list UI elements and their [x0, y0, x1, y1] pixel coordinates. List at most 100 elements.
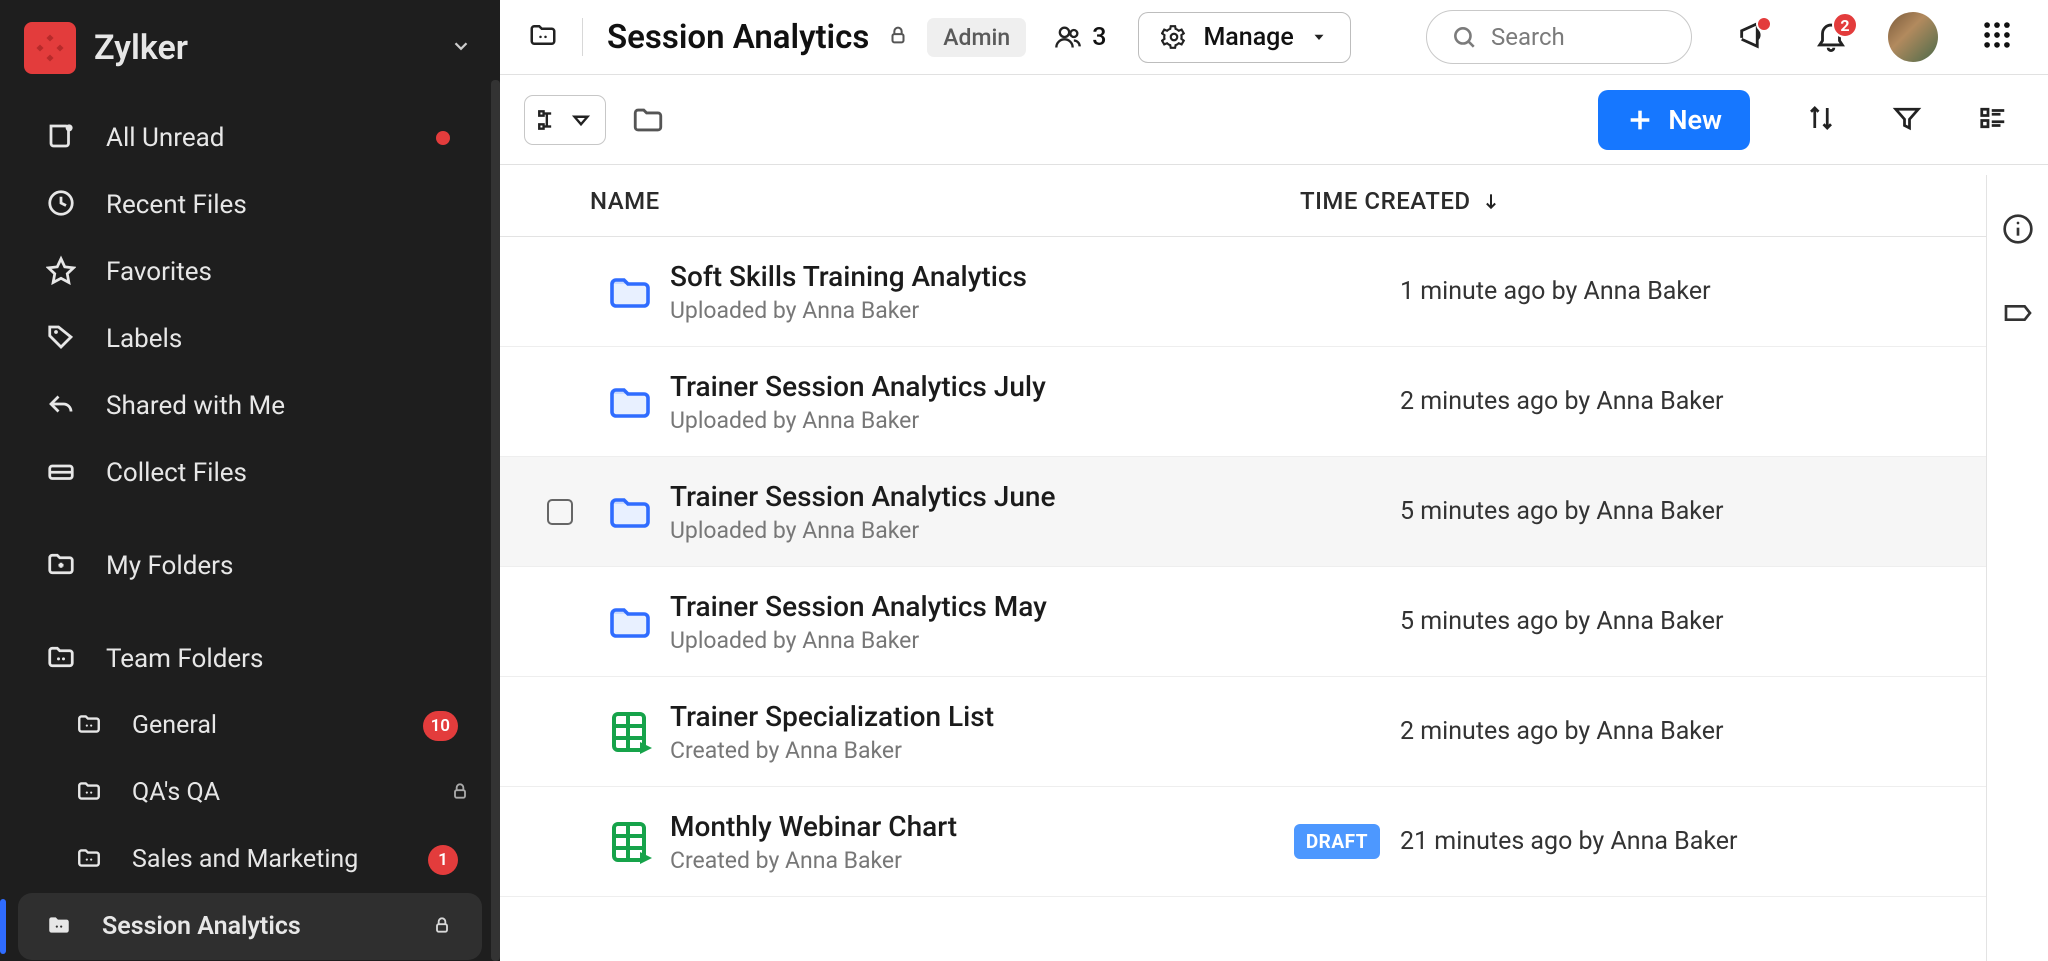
file-list: NAME TIME CREATED Soft Skills Training A… [500, 165, 2048, 961]
list-header: NAME TIME CREATED [500, 165, 1986, 237]
chevron-down-icon [450, 35, 472, 61]
folder-icon [590, 378, 670, 426]
sidebar-folder-general[interactable]: General 10 [0, 692, 500, 759]
team-folder-breadcrumb-icon[interactable] [528, 20, 558, 54]
table-row[interactable]: Trainer Specialization List Created by A… [500, 677, 1986, 787]
sidebar-folder-qas-qa[interactable]: QA's QA [0, 759, 500, 826]
sidebar-item-label: Session Analytics [102, 912, 394, 941]
tag-icon [46, 322, 76, 356]
sort-button[interactable] [1806, 103, 1836, 137]
notification-dot-icon [1756, 16, 1772, 32]
divider [582, 18, 583, 56]
inbox-icon [46, 121, 76, 155]
info-icon[interactable] [2002, 213, 2034, 249]
sidebar-item-label: My Folders [106, 551, 470, 581]
column-time-created[interactable]: TIME CREATED [1300, 187, 1501, 215]
toolbar: New [500, 75, 2048, 165]
lock-icon [432, 915, 452, 939]
avatar[interactable] [1888, 12, 1938, 62]
file-subtitle: Uploaded by Anna Baker [670, 517, 1290, 544]
manage-button[interactable]: Manage [1138, 12, 1350, 63]
caret-down-icon [1310, 28, 1328, 46]
notifications-button[interactable]: 2 [1814, 18, 1848, 56]
unread-dot-icon [436, 131, 450, 145]
file-name: Trainer Session Analytics July [670, 370, 1290, 403]
team-folder-icon [46, 642, 76, 676]
column-name[interactable]: NAME [590, 187, 1300, 215]
time-created: 1 minute ago by Anna Baker [1400, 277, 1956, 306]
table-row[interactable]: Trainer Session Analytics June Uploaded … [500, 457, 1986, 567]
folder-icon [590, 598, 670, 646]
apps-grid-button[interactable] [1980, 18, 2014, 56]
notification-count-badge: 2 [1832, 12, 1858, 38]
sidebar-item-recent-files[interactable]: Recent Files [0, 171, 500, 238]
team-folder-icon [46, 912, 72, 942]
sidebar-item-label: All Unread [106, 123, 470, 153]
drive-icon [46, 456, 76, 490]
table-row[interactable]: Monthly Webinar Chart Created by Anna Ba… [500, 787, 1986, 897]
table-row[interactable]: Trainer Session Analytics May Uploaded b… [500, 567, 1986, 677]
reply-icon [46, 389, 76, 423]
sidebar-item-label: Collect Files [106, 458, 470, 488]
count-badge: 1 [428, 845, 458, 875]
members-number: 3 [1092, 23, 1106, 52]
time-created: 5 minutes ago by Anna Baker [1400, 607, 1956, 636]
manage-label: Manage [1203, 23, 1293, 52]
sidebar-item-shared-with-me[interactable]: Shared with Me [0, 372, 500, 439]
folder-icon-button[interactable] [628, 103, 668, 137]
file-name: Soft Skills Training Analytics [670, 260, 1290, 293]
time-created: 5 minutes ago by Anna Baker [1400, 497, 1956, 526]
lock-icon [887, 24, 909, 50]
caret-down-icon [568, 107, 594, 133]
right-rail [1986, 175, 2048, 961]
file-subtitle: Uploaded by Anna Baker [670, 627, 1290, 654]
role-pill: Admin [927, 18, 1026, 57]
sidebar-item-collect-files[interactable]: Collect Files [0, 439, 500, 506]
sidebar-item-label: Recent Files [106, 190, 470, 220]
brand-logo [24, 22, 76, 74]
members-count[interactable]: 3 [1054, 23, 1106, 52]
file-subtitle: Uploaded by Anna Baker [670, 297, 1290, 324]
sidebar-item-favorites[interactable]: Favorites [0, 238, 500, 305]
workspace-switcher[interactable]: Zylker [0, 0, 500, 104]
draft-badge: DRAFT [1294, 824, 1380, 859]
spreadsheet-icon [590, 708, 670, 756]
count-badge: 10 [423, 711, 458, 741]
team-folder-icon [76, 711, 102, 741]
sidebar-item-label: Shared with Me [106, 391, 470, 421]
new-button[interactable]: New [1598, 90, 1750, 150]
sidebar-folder-sales-marketing[interactable]: Sales and Marketing 1 [0, 826, 500, 893]
sidebar-item-label: Sales and Marketing [132, 845, 470, 874]
spreadsheet-icon [590, 818, 670, 866]
star-icon [46, 255, 76, 289]
new-label: New [1668, 104, 1722, 136]
sidebar-item-labels[interactable]: Labels [0, 305, 500, 372]
sidebar-item-my-folders[interactable]: My Folders [0, 532, 500, 599]
brand-name: Zylker [94, 28, 432, 68]
header-bar: Session Analytics Admin 3 Manage Search … [500, 0, 2048, 75]
table-row[interactable]: Trainer Session Analytics July Uploaded … [500, 347, 1986, 457]
folder-icon [590, 268, 670, 316]
announcements-button[interactable] [1736, 18, 1770, 56]
details-view-button[interactable] [1978, 103, 2008, 137]
sidebar-item-label: Favorites [106, 257, 470, 287]
tree-view-button[interactable] [524, 95, 606, 145]
sidebar-folder-session-analytics[interactable]: Session Analytics [18, 893, 482, 960]
sidebar-item-all-unread[interactable]: All Unread [0, 104, 500, 171]
filter-button[interactable] [1892, 103, 1922, 137]
folder-plus-icon [46, 549, 76, 583]
search-placeholder: Search [1491, 23, 1565, 51]
search-input[interactable]: Search [1426, 10, 1692, 64]
table-row[interactable]: Soft Skills Training Analytics Uploaded … [500, 237, 1986, 347]
time-created: 2 minutes ago by Anna Baker [1400, 387, 1956, 416]
time-created: 2 minutes ago by Anna Baker [1400, 717, 1956, 746]
team-folder-icon [76, 778, 102, 808]
sidebar-item-team-folders[interactable]: Team Folders [0, 625, 500, 692]
page-title: Session Analytics [607, 18, 869, 57]
file-subtitle: Created by Anna Baker [670, 737, 1290, 764]
search-icon [1451, 24, 1477, 50]
main-area: Session Analytics Admin 3 Manage Search … [500, 0, 2048, 961]
sidebar-item-label: Labels [106, 324, 470, 354]
label-icon[interactable] [2002, 297, 2034, 333]
row-checkbox[interactable] [547, 499, 573, 525]
